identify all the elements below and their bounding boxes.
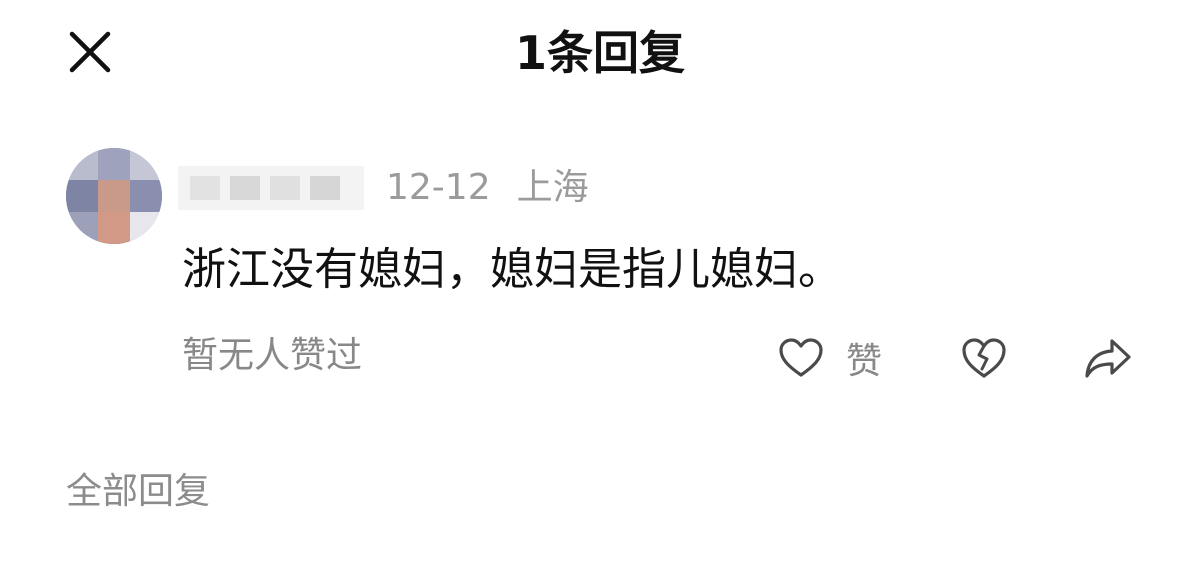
share-button[interactable] — [1082, 328, 1134, 388]
reply-location: 上海 — [516, 167, 589, 208]
all-replies-heading: 全部回复 — [66, 471, 211, 512]
avatar[interactable] — [66, 148, 162, 244]
like-label: 赞 — [846, 341, 883, 382]
page-title: 1条回复 — [514, 26, 685, 80]
reply-meta: 12-12 上海 — [386, 164, 589, 212]
broken-heart-icon — [962, 338, 1006, 378]
dislike-button[interactable] — [960, 328, 1008, 388]
reply-content: 浙江没有媳妇，媳妇是指儿媳妇。 — [182, 244, 842, 295]
username-blurred[interactable] — [178, 166, 364, 210]
share-arrow-icon — [1085, 339, 1131, 378]
reply-actions: 赞 — [0, 328, 1200, 388]
like-button[interactable]: 赞 — [778, 328, 882, 388]
reply-date: 12-12 — [386, 167, 491, 208]
heart-outline-icon — [779, 338, 823, 377]
